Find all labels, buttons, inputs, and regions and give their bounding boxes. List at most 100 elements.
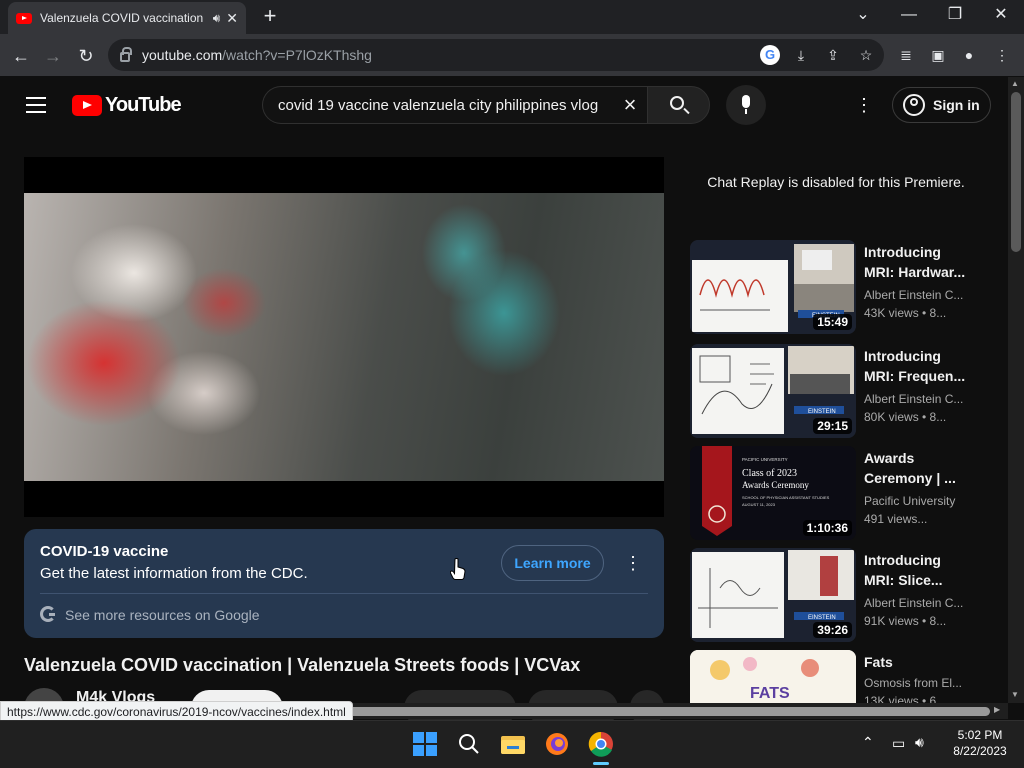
- google-lens-icon[interactable]: G: [760, 45, 780, 65]
- scroll-right-arrow-icon[interactable]: ▶: [994, 705, 1000, 714]
- clock-date: 8/22/2023: [953, 744, 1007, 758]
- thumbnail-art: FATS: [690, 650, 856, 703]
- einstein-badge-text: EINSTEIN: [808, 615, 836, 621]
- profile-icon[interactable]: ●: [959, 45, 979, 65]
- more-resources-link[interactable]: See more resources on Google: [65, 607, 260, 623]
- recommended-channel[interactable]: Albert Einstein C...: [864, 596, 974, 610]
- video-frame: [24, 193, 664, 481]
- search-query-text: covid 19 vaccine valenzuela city philipp…: [278, 96, 599, 114]
- pacific-school: SCHOOL OF PHYSICIAN ASSISTANT STUDIES: [742, 495, 830, 500]
- scroll-down-arrow-icon[interactable]: ▼: [1011, 690, 1019, 699]
- youtube-logo[interactable]: YouTube: [72, 94, 182, 117]
- show-hidden-icons-chevron-icon[interactable]: ⌃: [862, 734, 874, 751]
- recommended-channel[interactable]: Pacific University: [864, 494, 974, 508]
- firefox-icon[interactable]: [541, 728, 573, 760]
- tab-search-chevron-icon[interactable]: ⌄: [840, 0, 886, 32]
- recommended-video[interactable]: EINSTEIN 29:15 Introducing MRI: Frequen.…: [688, 344, 988, 438]
- volume-icon[interactable]: 🔊︎: [915, 734, 924, 751]
- sign-in-label: Sign in: [933, 97, 980, 113]
- recommended-title[interactable]: Introducing MRI: Hardwar...: [864, 242, 968, 282]
- search-icon: [670, 96, 684, 110]
- sign-in-button[interactable]: Sign in: [892, 87, 991, 123]
- search-input[interactable]: covid 19 vaccine valenzuela city philipp…: [262, 86, 648, 124]
- recommended-channel[interactable]: Osmosis from El...: [864, 676, 974, 690]
- recommended-title[interactable]: Awards Ceremony | ...: [864, 448, 968, 488]
- clear-search-icon[interactable]: ×: [612, 92, 648, 118]
- recommended-meta: 43K views • 8...: [864, 306, 947, 320]
- video-thumbnail[interactable]: EINSTEIN 29:15: [690, 344, 856, 438]
- pacific-ceremony: Awards Ceremony: [742, 480, 809, 490]
- install-app-icon[interactable]: ⤓: [791, 45, 811, 65]
- restore-button[interactable]: ❐: [932, 0, 978, 32]
- share-icon[interactable]: ⇪: [823, 45, 843, 65]
- recommended-title[interactable]: Introducing MRI: Frequen...: [864, 346, 968, 386]
- search-button[interactable]: [647, 86, 710, 124]
- recommended-title[interactable]: Fats: [864, 652, 968, 672]
- close-window-button[interactable]: ✕: [978, 0, 1024, 32]
- video-duration: 1:10:36: [802, 520, 852, 536]
- forward-button[interactable]: →: [40, 43, 66, 69]
- media-control-icon[interactable]: ≣: [896, 45, 916, 65]
- url-path: /watch?v=P7lOzKThshg: [222, 47, 372, 63]
- recommended-channel[interactable]: Albert Einstein C...: [864, 288, 974, 302]
- network-icon[interactable]: ▭: [892, 735, 905, 752]
- bookmark-star-icon[interactable]: ☆: [856, 45, 876, 65]
- video-duration: 15:49: [813, 314, 852, 330]
- recommended-video[interactable]: EINSTEIN 15:49 Introducing MRI: Hardwar.…: [688, 240, 988, 334]
- vertical-scrollbar-thumb[interactable]: [1011, 92, 1021, 252]
- recommended-video[interactable]: FATS Fats Osmosis from El... 13K views •…: [688, 650, 988, 703]
- recommended-video[interactable]: PACIFIC UNIVERSITY Class of 2023 Awards …: [688, 446, 988, 540]
- video-title: Valenzuela COVID vaccination | Valenzuel…: [24, 655, 581, 675]
- pacific-date: AUGUST 11, 2023: [742, 502, 776, 507]
- settings-menu-icon[interactable]: ⋮: [855, 94, 873, 116]
- video-player[interactable]: [24, 157, 664, 517]
- minimize-button[interactable]: —: [886, 0, 932, 32]
- taskbar-search-icon[interactable]: [453, 728, 485, 760]
- learn-more-button[interactable]: Learn more: [501, 545, 604, 581]
- pacific-class: Class of 2023: [742, 468, 797, 479]
- browser-tab[interactable]: Valenzuela COVID vaccination 🔊︎ ✕: [8, 2, 246, 34]
- pacific-label: PACIFIC UNIVERSITY: [742, 457, 788, 462]
- windows-start-icon[interactable]: [409, 728, 441, 760]
- file-explorer-icon[interactable]: [497, 728, 529, 760]
- voice-search-button[interactable]: [726, 85, 766, 125]
- video-thumbnail[interactable]: EINSTEIN 15:49: [690, 240, 856, 334]
- status-bar-url: https://www.cdc.gov/coronavirus/2019-nco…: [0, 701, 353, 721]
- youtube-play-icon: [72, 95, 102, 116]
- clock-time: 5:02 PM: [957, 728, 1003, 742]
- recommended-meta: 80K views • 8...: [864, 410, 947, 424]
- back-button[interactable]: ←: [8, 43, 34, 69]
- info-panel-divider: [40, 593, 648, 594]
- video-thumbnail[interactable]: EINSTEIN 39:26: [690, 548, 856, 642]
- hand-cursor-icon: [449, 558, 466, 580]
- chrome-icon[interactable]: [585, 728, 617, 760]
- video-thumbnail[interactable]: FATS: [690, 650, 856, 703]
- taskbar-clock[interactable]: 5:02 PM 8/22/2023: [940, 727, 1020, 759]
- info-panel-heading: COVID-19 vaccine: [40, 543, 169, 560]
- video-duration: 39:26: [813, 622, 852, 638]
- recommended-channel[interactable]: Albert Einstein C...: [864, 392, 974, 406]
- fats-thumb-text: FATS: [750, 685, 790, 702]
- close-tab-icon[interactable]: ✕: [226, 10, 238, 27]
- recommended-meta: 91K views • 8...: [864, 614, 947, 628]
- recommended-title[interactable]: Introducing MRI: Slice...: [864, 550, 968, 590]
- recommended-meta: 13K views • 6...: [864, 694, 947, 703]
- url-host: youtube.com: [142, 47, 223, 63]
- tab-title: Valenzuela COVID vaccination: [40, 11, 204, 25]
- scroll-up-arrow-icon[interactable]: ▲: [1011, 79, 1019, 88]
- side-panel-icon[interactable]: ▣: [928, 45, 948, 65]
- youtube-logo-text: YouTube: [105, 94, 182, 116]
- hamburger-menu-icon[interactable]: [26, 97, 46, 113]
- new-tab-button[interactable]: +: [256, 4, 284, 30]
- youtube-favicon-icon: [16, 12, 32, 24]
- microphone-icon: [742, 95, 750, 108]
- video-thumbnail[interactable]: PACIFIC UNIVERSITY Class of 2023 Awards …: [690, 446, 856, 540]
- recommended-video[interactable]: EINSTEIN 39:26 Introducing MRI: Slice...…: [688, 548, 988, 642]
- chrome-menu-icon[interactable]: ⋮: [992, 45, 1012, 65]
- einstein-badge-text: EINSTEIN: [808, 409, 836, 415]
- recommended-meta: 491 views...: [864, 512, 928, 526]
- speaker-icon[interactable]: 🔊︎: [213, 11, 221, 26]
- lock-icon[interactable]: [120, 47, 132, 62]
- reload-button[interactable]: ↻: [73, 43, 99, 69]
- info-panel-menu-icon[interactable]: ⋮: [624, 551, 642, 575]
